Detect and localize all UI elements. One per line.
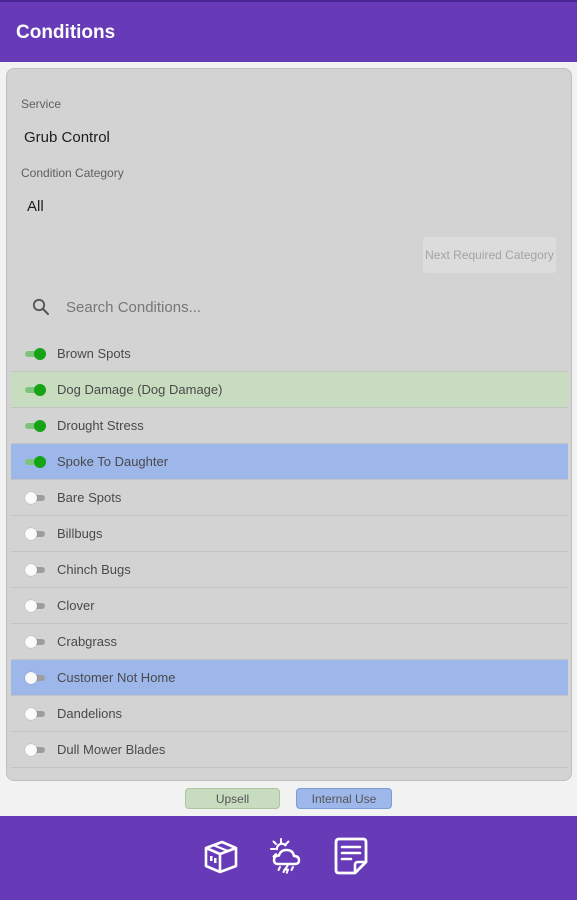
nav-package-button[interactable] bbox=[198, 836, 242, 880]
page-title: Conditions bbox=[16, 22, 116, 43]
condition-toggle[interactable] bbox=[25, 743, 47, 757]
condition-label: Dull Mower Blades bbox=[57, 742, 166, 757]
condition-toggle[interactable] bbox=[25, 383, 47, 397]
condition-row[interactable]: Crabgrass bbox=[11, 624, 568, 660]
condition-toggle[interactable] bbox=[25, 491, 47, 505]
condition-toggle[interactable] bbox=[25, 707, 47, 721]
toggle-thumb bbox=[25, 492, 37, 504]
condition-category-label: Condition Category bbox=[21, 166, 124, 180]
toggle-thumb bbox=[25, 528, 37, 540]
condition-row[interactable]: Dull Mower Blades bbox=[11, 732, 568, 768]
condition-toggle[interactable] bbox=[25, 527, 47, 541]
next-required-category-button[interactable]: Next Required Category bbox=[423, 237, 556, 273]
condition-label: Brown Spots bbox=[57, 346, 131, 361]
condition-toggle[interactable] bbox=[25, 563, 47, 577]
condition-toggle[interactable] bbox=[25, 599, 47, 613]
search-input[interactable] bbox=[66, 298, 546, 316]
condition-toggle[interactable] bbox=[25, 671, 47, 685]
toggle-thumb bbox=[34, 420, 46, 432]
condition-toggle[interactable] bbox=[25, 419, 47, 433]
condition-list: Brown Spots Dog Damage (Dog Damage) Drough… bbox=[11, 336, 568, 768]
app-bar: Conditions bbox=[0, 0, 577, 62]
weather-icon bbox=[266, 836, 306, 881]
condition-label: Billbugs bbox=[57, 526, 103, 541]
condition-row[interactable]: Drought Stress bbox=[11, 408, 568, 444]
service-value[interactable]: Grub Control bbox=[24, 129, 110, 146]
condition-row[interactable]: Brown Spots bbox=[11, 336, 568, 372]
condition-label: Crabgrass bbox=[57, 634, 117, 649]
condition-toggle[interactable] bbox=[25, 347, 47, 361]
upsell-legend-badge: Upsell bbox=[185, 788, 280, 809]
search-bar[interactable] bbox=[21, 289, 561, 325]
condition-category-value[interactable]: All bbox=[27, 198, 44, 215]
toggle-thumb bbox=[34, 456, 46, 468]
condition-row[interactable]: Bare Spots bbox=[11, 480, 568, 516]
condition-label: Chinch Bugs bbox=[57, 562, 131, 577]
search-icon bbox=[21, 289, 61, 325]
internal-use-legend-badge: Internal Use bbox=[296, 788, 392, 809]
condition-label: Dog Damage (Dog Damage) bbox=[57, 382, 223, 397]
toggle-thumb bbox=[25, 564, 37, 576]
toggle-thumb bbox=[25, 672, 37, 684]
condition-row[interactable]: Dog Damage (Dog Damage) bbox=[11, 372, 568, 408]
condition-row[interactable]: Dandelions bbox=[11, 696, 568, 732]
nav-notes-button[interactable] bbox=[329, 836, 373, 880]
condition-row[interactable]: Billbugs bbox=[11, 516, 568, 552]
condition-label: Bare Spots bbox=[57, 490, 122, 505]
condition-row[interactable]: Chinch Bugs bbox=[11, 552, 568, 588]
condition-toggle[interactable] bbox=[25, 635, 47, 649]
service-label: Service bbox=[21, 97, 62, 111]
condition-label: Clover bbox=[57, 598, 95, 613]
condition-label: Customer Not Home bbox=[57, 670, 176, 685]
package-icon bbox=[200, 836, 240, 881]
condition-label: Drought Stress bbox=[57, 418, 144, 433]
toggle-thumb bbox=[34, 384, 46, 396]
toggle-thumb bbox=[34, 348, 46, 360]
bottom-nav-bar bbox=[0, 816, 577, 900]
condition-row[interactable]: Clover bbox=[11, 588, 568, 624]
condition-label: Dandelions bbox=[57, 706, 123, 721]
toggle-thumb bbox=[25, 600, 37, 612]
nav-weather-button[interactable] bbox=[264, 836, 308, 880]
condition-row[interactable]: Customer Not Home bbox=[11, 660, 568, 696]
toggle-thumb bbox=[25, 744, 37, 756]
condition-label: Spoke To Daughter bbox=[57, 454, 169, 469]
notes-icon bbox=[331, 836, 371, 881]
toggle-thumb bbox=[25, 636, 37, 648]
conditions-panel: Service Grub Control Condition Category … bbox=[6, 68, 572, 781]
condition-toggle[interactable] bbox=[25, 455, 47, 469]
toggle-thumb bbox=[25, 708, 37, 720]
condition-row[interactable]: Spoke To Daughter bbox=[11, 444, 568, 480]
